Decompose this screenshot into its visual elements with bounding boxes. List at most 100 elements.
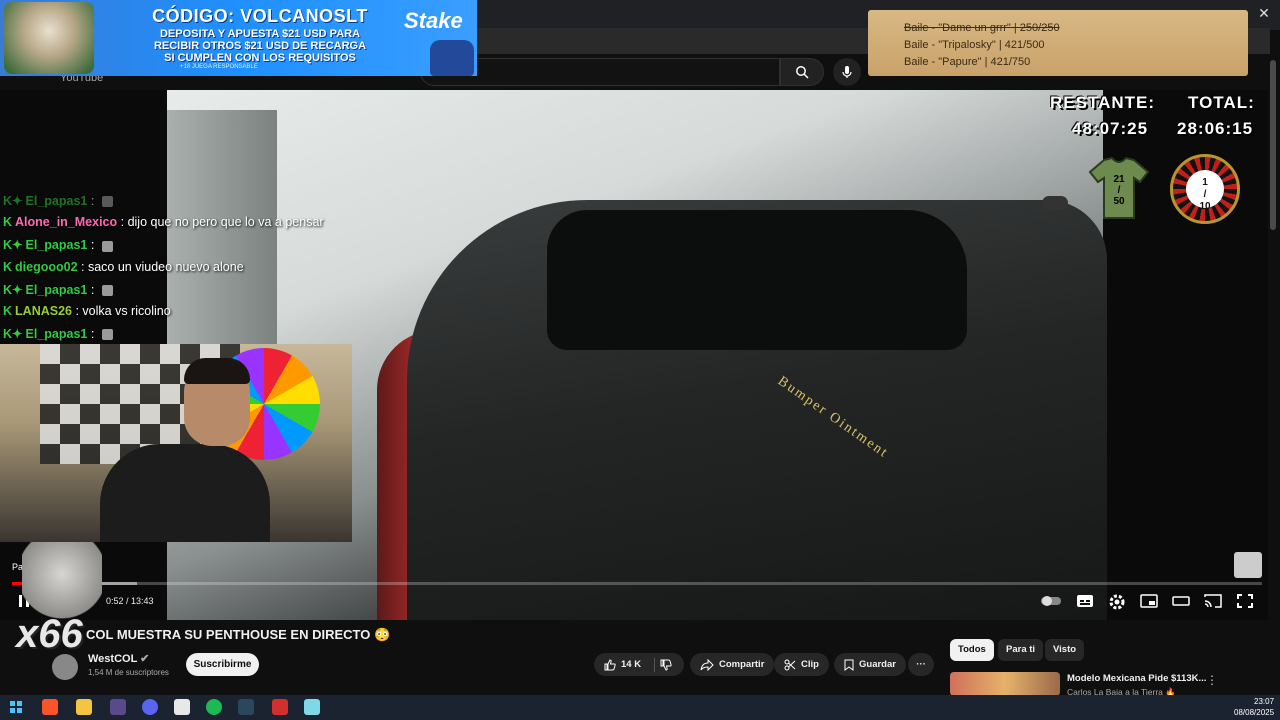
- chip-visto[interactable]: Visto: [1045, 639, 1085, 661]
- chat-username[interactable]: El_papas1: [26, 283, 88, 297]
- total-timer: 28:06:15: [1177, 119, 1254, 138]
- like-button[interactable]: 14 K: [604, 658, 642, 671]
- channel-name[interactable]: WestCOL ✔: [88, 652, 149, 665]
- dance-goals-panel: Baile - "Dame un grrr" | 250/250 Baile -…: [868, 10, 1248, 76]
- theater-icon: [1172, 596, 1190, 606]
- chat-emote-icon: [101, 285, 113, 296]
- chat-username[interactable]: Alone_in_Mexico: [15, 215, 117, 229]
- chat-badge-icon: K✦: [3, 327, 23, 342]
- subscribe-button[interactable]: Suscribirme: [186, 653, 259, 676]
- chat-badge-icon: K✦: [3, 194, 23, 208]
- chat-username[interactable]: LANAS26: [15, 304, 72, 318]
- voice-search-button[interactable]: [833, 58, 861, 86]
- steam-icon[interactable]: [238, 699, 254, 715]
- goal-line: Baile - "Papure" | 421/750: [904, 56, 1031, 68]
- file-explorer-icon[interactable]: [76, 699, 92, 715]
- taskbar: [0, 695, 1280, 720]
- thumbs-down-icon[interactable]: [660, 659, 672, 671]
- scissors-icon: [784, 659, 796, 670]
- chat-username[interactable]: diegooo02: [15, 260, 78, 274]
- subtitles-button[interactable]: [1076, 593, 1096, 611]
- cat-mascot-image: [430, 40, 474, 76]
- chat-username[interactable]: El_papas1: [26, 238, 88, 252]
- door-handle: [1042, 196, 1068, 210]
- autoplay-toggle[interactable]: [1040, 593, 1061, 611]
- screen: ✕ YouTube CÓDIGO: VOLCANOSLT DEPOSITA Y …: [0, 0, 1280, 720]
- chat-badge-icon: K: [3, 304, 13, 318]
- chat-emote-icon: [101, 196, 113, 208]
- chat-text: saco un viudeo nuevo alone: [87, 259, 244, 274]
- save-button[interactable]: Guardar: [834, 653, 906, 676]
- chat-badge-icon: K✦: [3, 238, 23, 253]
- thumbs-up-icon: [604, 658, 616, 670]
- roulette-counter: 1 / 10: [1170, 154, 1240, 224]
- bookmark-icon: [844, 659, 854, 671]
- like-dislike-group: 14 K: [594, 653, 684, 676]
- share-icon: [700, 658, 714, 671]
- like-count: 14 K: [621, 659, 642, 670]
- fullscreen-button[interactable]: [1236, 593, 1256, 611]
- divider: [654, 657, 656, 672]
- recommendation-title[interactable]: Modelo Mexicana Pide $113K...: [1067, 673, 1206, 684]
- remaining-timer: 48:07:25: [1072, 119, 1149, 138]
- streamer-webcam: [0, 344, 352, 542]
- chat-emote-icon: [101, 240, 113, 252]
- chat-badge-icon: K: [3, 259, 13, 274]
- discord-icon[interactable]: [142, 699, 158, 715]
- search-icon: [796, 66, 809, 79]
- chat-message: Kdiegooo02 : saco un viudeo nuevo alone: [3, 259, 244, 274]
- remaining-label: RESTANTE:: [1050, 93, 1156, 112]
- channel-watermark[interactable]: [1234, 552, 1262, 578]
- subscriber-count: 1,54 M de suscriptores: [88, 668, 169, 677]
- chat-badge-icon: K✦: [3, 282, 23, 297]
- search-button[interactable]: [780, 58, 824, 86]
- shirt-counter: 21 / 50: [1088, 156, 1150, 220]
- settings-button[interactable]: [1108, 593, 1128, 611]
- brave-browser-icon[interactable]: [42, 699, 58, 715]
- chat-message: K✦ El_papas1 :: [3, 326, 113, 341]
- chat-text: dijo que no pero que lo va a pensar: [127, 215, 324, 230]
- chip-todos[interactable]: Todos: [950, 639, 994, 661]
- streamer-hair: [184, 358, 250, 384]
- chat-message: K✦ El_papas1 :: [3, 193, 113, 208]
- app-icon[interactable]: [272, 699, 288, 715]
- chat-emote-icon: [101, 329, 113, 341]
- more-actions-button[interactable]: ···: [908, 653, 934, 676]
- page-scrollbar[interactable]: [1270, 60, 1276, 230]
- chip-para-ti[interactable]: Para ti: [998, 639, 1044, 661]
- banner-code: CÓDIGO: VOLCANOSLT: [152, 6, 368, 26]
- app-icon[interactable]: [304, 699, 320, 715]
- windows-start-icon[interactable]: [8, 699, 24, 715]
- combo-counter: x66: [16, 612, 83, 656]
- close-icon[interactable]: ✕: [1256, 5, 1272, 21]
- cast-button[interactable]: [1204, 593, 1224, 611]
- roulette-count-text: 1 / 10: [1186, 170, 1224, 212]
- app-icon[interactable]: [110, 699, 126, 715]
- clip-button[interactable]: Clip: [774, 653, 829, 676]
- streamer-shirt: [100, 444, 270, 542]
- time-display: 0:52 / 13:43: [106, 596, 154, 606]
- theater-mode-button[interactable]: [1172, 593, 1192, 611]
- spotify-icon[interactable]: [206, 699, 222, 715]
- clock[interactable]: 23:07 08/08/2025: [1234, 696, 1274, 718]
- shirt-count-text: 21 / 50: [1113, 174, 1125, 207]
- chat-username[interactable]: El_papas1: [26, 327, 88, 341]
- obs-icon[interactable]: [174, 699, 190, 715]
- more-vert-icon[interactable]: ⋮: [1206, 673, 1218, 687]
- channel-avatar[interactable]: [52, 654, 78, 680]
- banner-disclaimer: +18 JUEGA RESPONSABLE: [180, 64, 258, 70]
- microphone-icon: [842, 66, 852, 78]
- recommendation-thumbnail[interactable]: [950, 672, 1060, 696]
- progress-bar[interactable]: [12, 582, 1262, 585]
- cast-icon: [1204, 594, 1222, 608]
- chat-badge-icon: K: [3, 215, 13, 230]
- chat-username[interactable]: El_papas1: [26, 194, 88, 208]
- miniplayer-button[interactable]: [1140, 593, 1160, 611]
- goal-line: Baile - "Dame un grrr" | 250/250: [904, 22, 1060, 34]
- chat-message: K Alone_in_Mexico : dijo que no pero que …: [3, 215, 324, 230]
- share-button[interactable]: Compartir: [690, 653, 775, 676]
- total-label: TOTAL:: [1188, 93, 1255, 112]
- subtitles-icon: [1077, 595, 1093, 607]
- fullscreen-icon: [1237, 594, 1253, 608]
- chat-message: K✦ El_papas1 :: [3, 282, 113, 297]
